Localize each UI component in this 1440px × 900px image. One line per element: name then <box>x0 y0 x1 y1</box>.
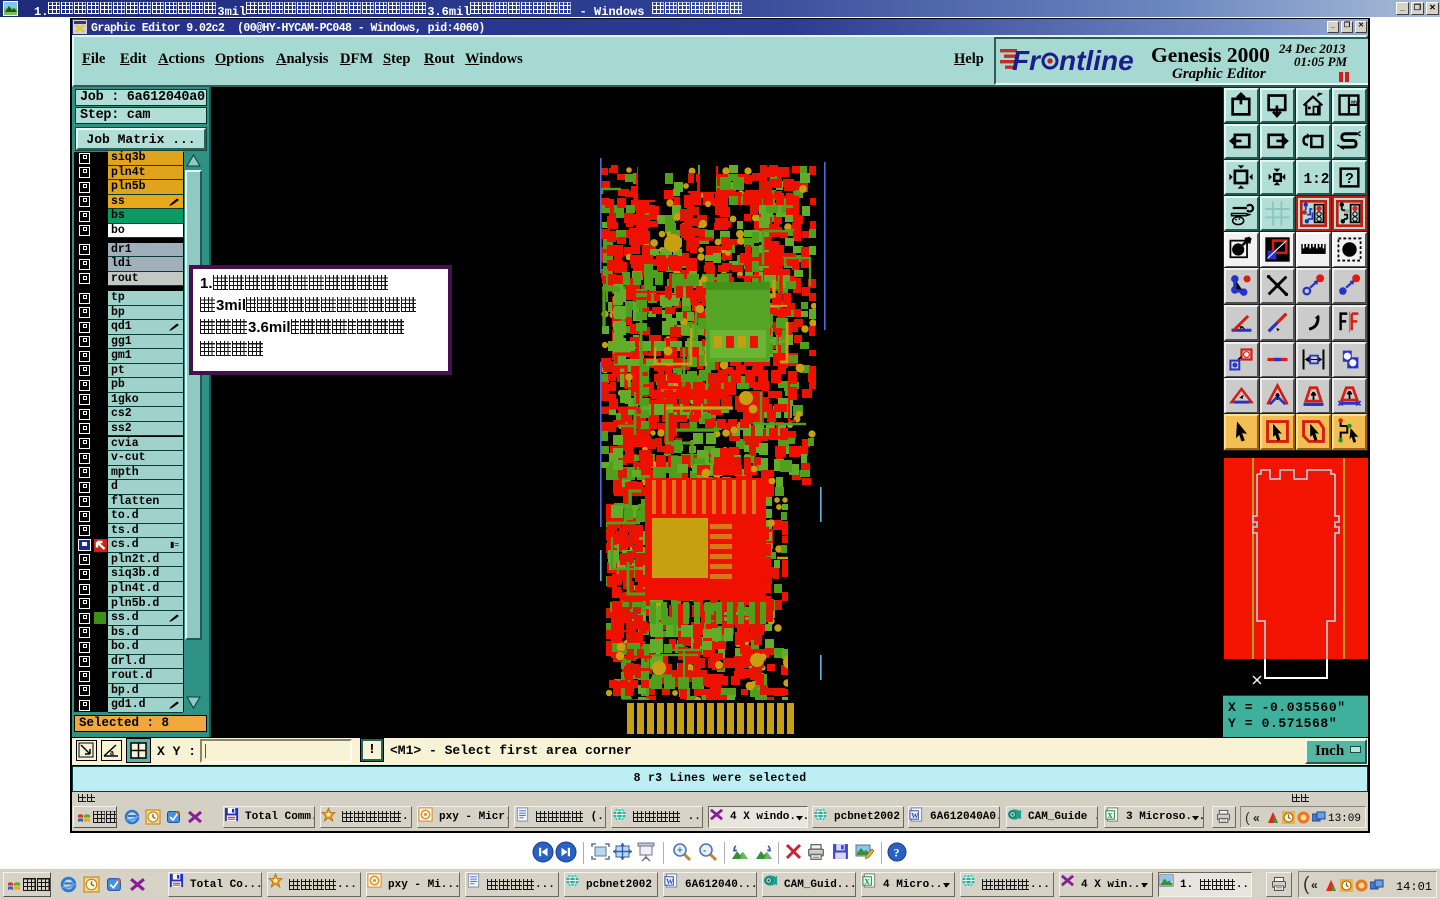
svg-text:?: ? <box>894 846 900 860</box>
svg-text:-: - <box>703 846 706 857</box>
svg-text:X: X <box>1107 811 1113 820</box>
svg-text:88: 88 <box>1344 208 1349 213</box>
svg-text:X: X <box>864 877 870 886</box>
svg-text:W: W <box>911 811 919 820</box>
svg-text:?: ? <box>1345 171 1354 187</box>
svg-text:W: W <box>666 877 674 886</box>
svg-text:MW: MW <box>1351 99 1360 105</box>
svg-text:1:2: 1:2 <box>1304 172 1329 188</box>
svg-text:+: + <box>677 846 683 857</box>
svg-text:Fr: Fr <box>1012 45 1042 76</box>
svg-text:a: a <box>110 750 114 757</box>
svg-text:ntline: ntline <box>1059 45 1134 76</box>
